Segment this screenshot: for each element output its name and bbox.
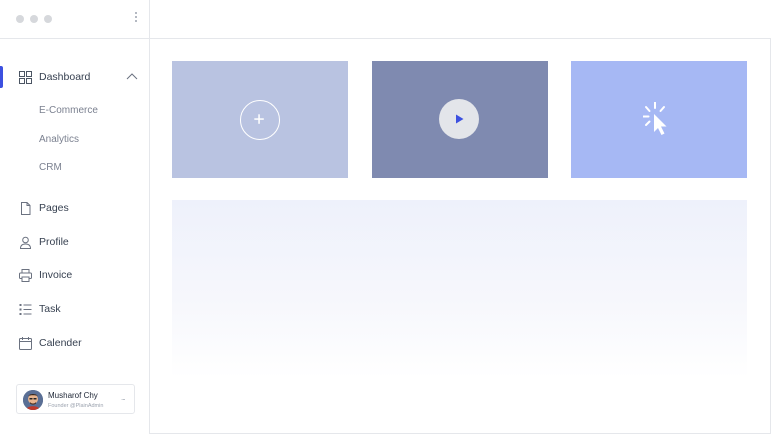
window-dot-maximize[interactable] [44, 15, 52, 23]
window-dot-close[interactable] [16, 15, 24, 23]
cursor-click-icon[interactable] [643, 102, 671, 136]
topbar [150, 0, 771, 39]
play-icon[interactable] [439, 99, 479, 139]
calendar-icon [19, 336, 32, 350]
sidebar-item-label: Calender [39, 337, 82, 349]
sidebar-item-label: Invoice [39, 269, 73, 281]
kebab-menu-icon[interactable] [133, 12, 139, 26]
sidebar-item-label: Task [39, 303, 61, 315]
list-icon [19, 303, 32, 315]
plus-circle-icon[interactable] [240, 100, 280, 140]
sidebar-item-label: Profile [39, 236, 69, 248]
content-panel [172, 200, 747, 378]
user-card[interactable]: Musharof Chy Founder @PlainAdmin ... [16, 384, 135, 414]
sidebar-subitem-ecommerce[interactable]: E-Commerce [39, 105, 98, 116]
window-dot-minimize[interactable] [30, 15, 38, 23]
sidebar-item-label: Pages [39, 202, 69, 214]
user-role: Founder @PlainAdmin [48, 403, 104, 409]
user-icon [19, 236, 32, 249]
sidebar-item-task[interactable]: Task [0, 297, 149, 321]
sidebar-item-pages[interactable]: Pages [0, 196, 149, 220]
card-add[interactable] [172, 61, 348, 178]
more-icon[interactable]: ... [121, 393, 126, 402]
sidebar-subitem-crm[interactable]: CRM [39, 162, 62, 173]
sidebar-item-calender[interactable]: Calender [0, 331, 149, 355]
sidebar-item-label: Dashboard [39, 71, 91, 83]
file-icon [21, 201, 31, 215]
chevron-up-icon[interactable] [126, 72, 138, 80]
sidebar-subitem-analytics[interactable]: Analytics [39, 134, 79, 145]
printer-icon [19, 268, 32, 282]
card-video[interactable] [372, 61, 548, 178]
avatar [23, 390, 43, 410]
sidebar: Dashboard E-Commerce Analytics CRM Pages… [0, 0, 150, 434]
user-name: Musharof Chy [48, 391, 98, 400]
sidebar-item-invoice[interactable]: Invoice [0, 263, 149, 287]
grid-icon [19, 70, 32, 84]
sidebar-item-profile[interactable]: Profile [0, 230, 149, 254]
window-controls [0, 0, 150, 39]
card-click[interactable] [571, 61, 747, 178]
